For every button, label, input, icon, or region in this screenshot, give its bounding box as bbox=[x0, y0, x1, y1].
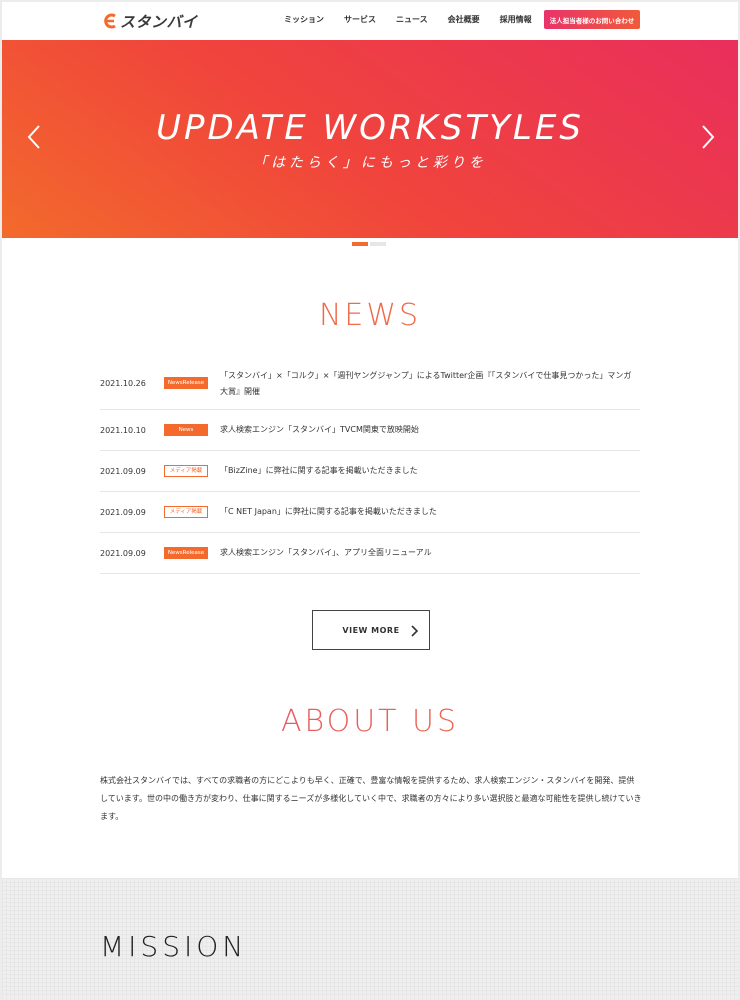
slider-dot-2[interactable] bbox=[370, 242, 386, 246]
page: スタンバイ ミッション サービス ニュース 会社概要 採用情報 法人担当者様のお… bbox=[2, 2, 738, 998]
slider-dot-1[interactable] bbox=[352, 242, 368, 246]
chevron-left-icon[interactable] bbox=[24, 122, 44, 152]
main-nav: ミッション サービス ニュース 会社概要 採用情報 bbox=[284, 14, 552, 25]
nav-item-news[interactable]: ニュース bbox=[396, 14, 428, 25]
news-item[interactable]: 2021.09.09 メディア掲載 「C NET Japan」に弊社に関する記事… bbox=[100, 492, 640, 533]
slider-pagination bbox=[352, 242, 386, 246]
chevron-right-icon[interactable] bbox=[698, 122, 718, 152]
news-headline[interactable]: 「BizZine」に弊社に関する記事を掲載いただきました bbox=[220, 463, 640, 479]
nav-item-mission[interactable]: ミッション bbox=[284, 14, 324, 25]
chevron-right-icon bbox=[411, 625, 419, 637]
about-section-title: ABOUT US bbox=[2, 704, 738, 739]
news-date: 2021.09.09 bbox=[100, 466, 146, 476]
news-headline[interactable]: 求人検索エンジン「スタンバイ」、アプリ全面リニューアル bbox=[220, 545, 640, 561]
nav-item-recruit[interactable]: 採用情報 bbox=[500, 14, 532, 25]
news-category-badge: メディア掲載 bbox=[164, 464, 208, 477]
news-item[interactable]: 2021.10.10 News 求人検索エンジン「スタンバイ」TVCM関東で放映… bbox=[100, 410, 640, 451]
news-category-badge: News bbox=[164, 423, 208, 436]
logo-mark-icon bbox=[104, 13, 116, 29]
news-date: 2021.10.10 bbox=[100, 425, 146, 435]
hero-slider: UPDATE WORKSTYLES 「はたらく」にもっと彩りを bbox=[2, 40, 738, 238]
news-section-title: NEWS bbox=[318, 298, 422, 333]
news-category-badge: NewsRelease bbox=[164, 377, 208, 389]
news-headline[interactable]: 求人検索エンジン「スタンバイ」TVCM関東で放映開始 bbox=[220, 422, 640, 438]
nav-item-service[interactable]: サービス bbox=[344, 14, 376, 25]
logo-text: スタンバイ bbox=[120, 12, 198, 31]
about-description: 株式会社スタンバイでは、すべての求職者の方にどこよりも早く、正確で、豊富な情報を… bbox=[100, 776, 642, 821]
mission-section-title: MISSION bbox=[100, 930, 248, 963]
hero-subtitle: 「はたらく」にもっと彩りを bbox=[253, 155, 487, 171]
view-more-label: VIEW MORE bbox=[342, 625, 400, 635]
news-date: 2021.09.09 bbox=[100, 548, 146, 558]
hero-title: UPDATE WORKSTYLES bbox=[156, 108, 584, 148]
news-headline[interactable]: 「スタンバイ」×「コルク」×「週刊ヤングジャンプ」によるTwitter企画『「ス… bbox=[220, 368, 640, 400]
news-item[interactable]: 2021.09.09 メディア掲載 「BizZine」に弊社に関する記事を掲載い… bbox=[100, 451, 640, 492]
contact-button[interactable]: 法人担当者様のお問い合わせ bbox=[544, 10, 640, 29]
logo[interactable]: スタンバイ bbox=[102, 11, 198, 31]
nav-item-company[interactable]: 会社概要 bbox=[448, 14, 480, 25]
news-item[interactable]: 2021.10.26 NewsRelease 「スタンバイ」×「コルク」×「週刊… bbox=[100, 358, 640, 410]
news-category-badge: メディア掲載 bbox=[164, 505, 208, 518]
news-list: 2021.10.26 NewsRelease 「スタンバイ」×「コルク」×「週刊… bbox=[100, 358, 640, 574]
news-date: 2021.10.26 bbox=[100, 379, 146, 388]
view-more-button[interactable]: VIEW MORE bbox=[312, 610, 430, 650]
news-date: 2021.09.09 bbox=[100, 507, 146, 517]
news-headline[interactable]: 「C NET Japan」に弊社に関する記事を掲載いただきました bbox=[220, 504, 640, 520]
news-item[interactable]: 2021.09.09 NewsRelease 求人検索エンジン「スタンバイ」、ア… bbox=[100, 533, 640, 574]
news-category-badge: NewsRelease bbox=[164, 546, 208, 559]
site-header: スタンバイ ミッション サービス ニュース 会社概要 採用情報 法人担当者様のお… bbox=[2, 2, 738, 40]
